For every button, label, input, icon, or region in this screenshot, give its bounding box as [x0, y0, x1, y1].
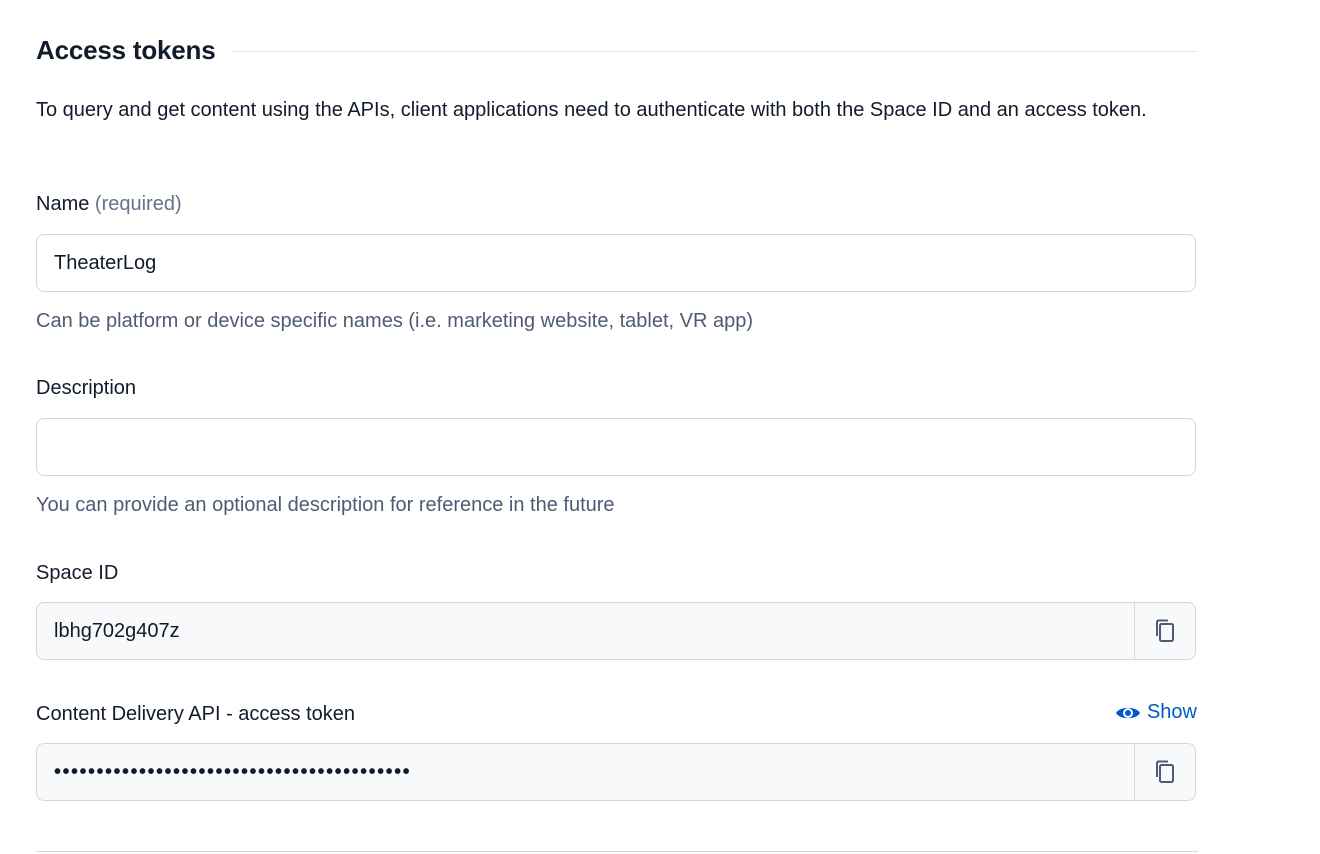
space-id-label: Space ID	[36, 562, 119, 584]
cda-token-value: ••••••••••••••••••••••••••••••••••••••••…	[37, 744, 1134, 800]
section-header: Access tokens	[36, 30, 1198, 70]
name-label: Name (required)	[36, 193, 182, 216]
description-input[interactable]	[36, 418, 1196, 476]
name-help-text: Can be platform or device specific names…	[36, 310, 753, 332]
section-divider	[231, 50, 1198, 52]
show-token-toggle[interactable]: Show	[1115, 701, 1197, 724]
required-hint: (required)	[94, 193, 182, 215]
description-help-text: You can provide an optional description …	[36, 494, 615, 516]
name-label-text: Name	[36, 193, 90, 215]
section-title: Access tokens	[36, 34, 216, 65]
space-id-value: lbhg702g407z	[54, 619, 180, 642]
name-input[interactable]: TheaterLog	[36, 234, 1196, 292]
masked-token: ••••••••••••••••••••••••••••••••••••••••…	[54, 760, 412, 783]
bottom-divider	[36, 851, 1198, 852]
eye-icon	[1115, 707, 1140, 718]
name-input-value: TheaterLog	[54, 251, 157, 274]
access-tokens-page: Access tokens To query and get content u…	[0, 0, 1320, 854]
copy-cda-token-button[interactable]	[1134, 744, 1195, 800]
cda-token-label: Content Delivery API - access token	[36, 703, 356, 725]
copy-space-id-button[interactable]	[1134, 603, 1195, 659]
show-token-label: Show	[1146, 701, 1197, 723]
copy-icon	[1156, 760, 1174, 783]
copy-icon	[1156, 619, 1174, 642]
cda-token-field[interactable]: ••••••••••••••••••••••••••••••••••••••••…	[36, 743, 1196, 801]
description-label: Description	[36, 377, 137, 399]
intro-text: To query and get content using the APIs,…	[36, 99, 1147, 121]
space-id-field[interactable]: lbhg702g407z	[36, 602, 1196, 660]
